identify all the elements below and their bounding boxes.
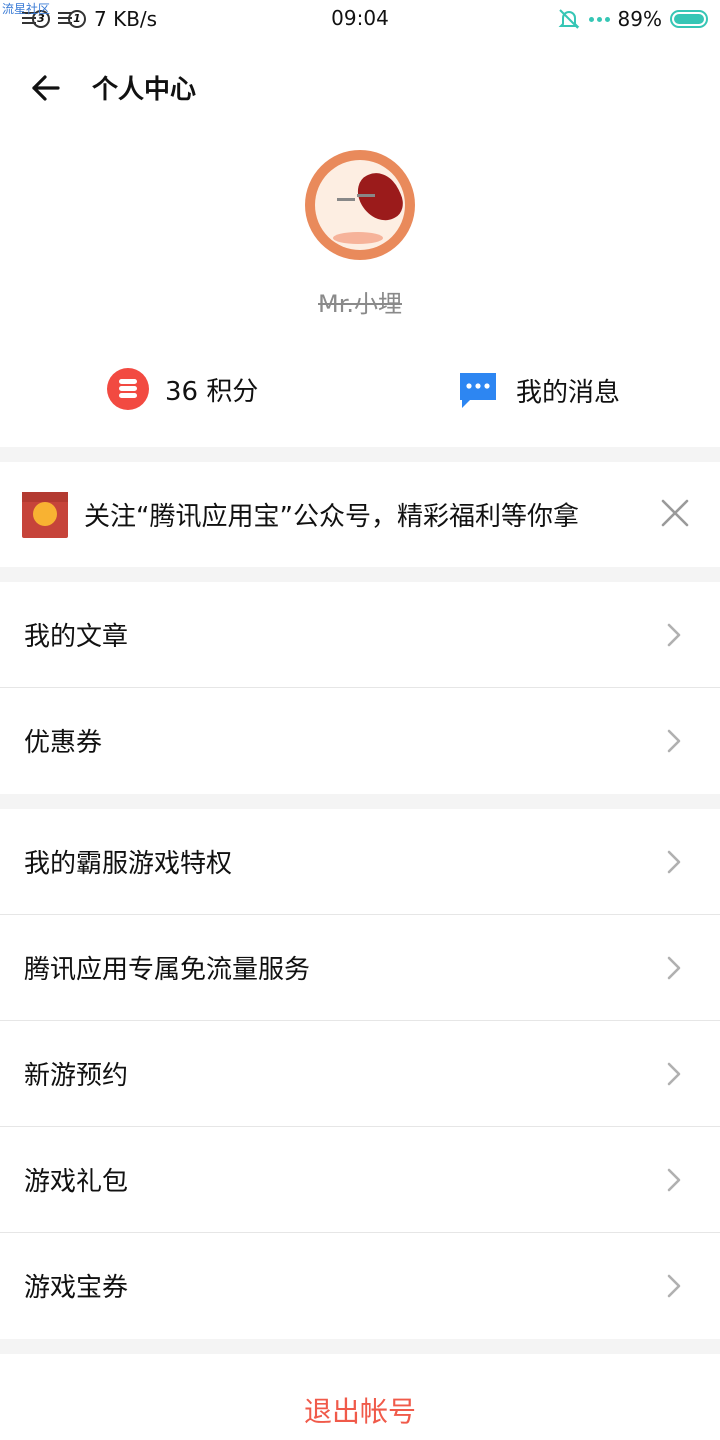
messages-button[interactable]: 我的消息 [458, 370, 620, 410]
points-label: 36 积分 [165, 376, 259, 407]
banner-text: 关注“腾讯应用宝”公众号，精彩福利等你拿 [84, 502, 579, 532]
promo-banner[interactable]: 关注“腾讯应用宝”公众号，精彩福利等你拿 [0, 462, 720, 567]
battery-percent: 89% [617, 7, 662, 31]
close-icon[interactable] [658, 496, 692, 530]
menu-item-label: 游戏宝券 [24, 1273, 129, 1303]
menu-item-free-data[interactable]: 腾讯应用专属免流量服务 [0, 915, 720, 1021]
chat-bubble-icon [460, 373, 496, 408]
chevron-right-icon [667, 1062, 681, 1086]
battery-icon [670, 10, 708, 28]
red-envelope-icon [22, 492, 68, 538]
menu-group-account: 我的文章 优惠券 [0, 582, 720, 794]
menu-group-games: 我的霸服游戏特权 腾讯应用专属免流量服务 新游预约 游戏礼包 游戏宝券 [0, 809, 720, 1339]
menu-item-game-privileges[interactable]: 我的霸服游戏特权 [0, 809, 720, 915]
menu-item-label: 新游预约 [24, 1061, 129, 1091]
menu-item-game-gifts[interactable]: 游戏礼包 [0, 1127, 720, 1233]
avatar[interactable] [305, 150, 415, 260]
menu-item-label: 腾讯应用专属免流量服务 [24, 955, 311, 985]
menu-item-label: 游戏礼包 [24, 1167, 129, 1197]
status-bar: 3 1 7 KB/s 09:04 89% [0, 0, 720, 38]
chevron-right-icon [667, 623, 681, 647]
chevron-right-icon [667, 1274, 681, 1298]
messages-label: 我的消息 [516, 377, 621, 408]
menu-item-label: 我的文章 [24, 622, 129, 652]
watermark: 流星社区 [2, 2, 51, 16]
more-dots-icon [588, 16, 610, 22]
logout-button[interactable]: 退出帐号 [0, 1354, 720, 1440]
page-title: 个人中心 [92, 75, 197, 105]
menu-item-new-game-reservation[interactable]: 新游预约 [0, 1021, 720, 1127]
logout-label: 退出帐号 [303, 1395, 416, 1428]
username: Mr.小埋 [318, 290, 402, 318]
menu-item-label: 优惠券 [24, 728, 103, 758]
coin-stack-icon [107, 368, 149, 410]
menu-item-label: 我的霸服游戏特权 [24, 849, 233, 879]
menu-item-game-vouchers[interactable]: 游戏宝券 [0, 1233, 720, 1339]
menu-item-my-articles[interactable]: 我的文章 [0, 582, 720, 688]
menu-item-coupons[interactable]: 优惠券 [0, 688, 720, 794]
points-button[interactable]: 36 积分 [107, 368, 258, 410]
alarm-off-icon [558, 9, 579, 29]
arrow-left-icon[interactable] [28, 70, 64, 106]
chevron-right-icon [667, 850, 681, 874]
chevron-right-icon [667, 729, 681, 753]
chevron-right-icon [667, 1168, 681, 1192]
chevron-right-icon [667, 956, 681, 980]
